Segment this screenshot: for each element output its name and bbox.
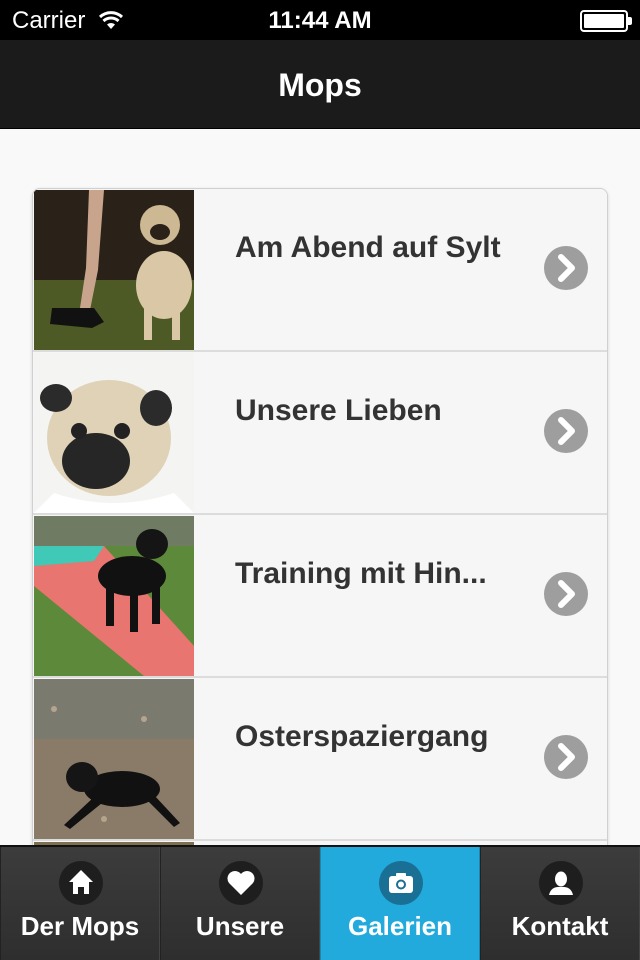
list-item[interactable]: Osterspaziergang bbox=[33, 678, 607, 841]
chevron-right-icon bbox=[544, 735, 588, 779]
gallery-item-title: Training mit Hin... bbox=[235, 557, 487, 590]
tab-unsere[interactable]: Unsere bbox=[160, 847, 320, 960]
tab-label: Kontakt bbox=[511, 911, 609, 941]
clock: 11:44 AM bbox=[268, 7, 372, 34]
tab-label: Unsere bbox=[195, 911, 285, 941]
tab-der-mops[interactable]: Der Mops bbox=[0, 847, 160, 960]
content-area[interactable]: Am Abend auf Sylt Unsere Lieben Training… bbox=[0, 129, 640, 845]
camera-icon bbox=[379, 861, 423, 905]
gallery-thumbnail bbox=[34, 353, 194, 513]
gallery-thumbnail bbox=[34, 190, 194, 350]
heart-icon bbox=[219, 861, 263, 905]
person-icon bbox=[539, 861, 583, 905]
tab-label: Der Mops bbox=[20, 911, 140, 941]
tab-galerien[interactable]: Galerien bbox=[320, 847, 480, 960]
gallery-thumbnail bbox=[34, 679, 194, 839]
chevron-right-icon bbox=[544, 409, 588, 453]
gallery-item-title: Unsere Lieben bbox=[235, 394, 442, 427]
header-bar: Mops bbox=[0, 40, 640, 129]
home-icon bbox=[59, 861, 103, 905]
gallery-thumbnail bbox=[34, 516, 194, 676]
page-title: Mops bbox=[278, 67, 362, 103]
chevron-right-icon bbox=[544, 246, 588, 290]
battery-icon bbox=[580, 10, 632, 32]
tab-bar: Der Mops Unsere Galerien Kontakt bbox=[0, 845, 640, 960]
gallery-list: Am Abend auf Sylt Unsere Lieben Training… bbox=[32, 188, 608, 845]
chevron-right-icon bbox=[544, 572, 588, 616]
status-bar: Carrier 11:44 AM bbox=[0, 0, 640, 40]
gallery-item-title: Am Abend auf Sylt bbox=[235, 231, 501, 264]
list-item[interactable]: Training mit Hin... bbox=[33, 515, 607, 678]
list-item[interactable]: Am Abend auf Sylt bbox=[33, 189, 607, 352]
list-item[interactable]: Unsere Lieben bbox=[33, 352, 607, 515]
tab-kontakt[interactable]: Kontakt bbox=[480, 847, 640, 960]
tab-label: Galerien bbox=[347, 911, 453, 941]
gallery-item-title: Osterspaziergang bbox=[235, 720, 489, 753]
